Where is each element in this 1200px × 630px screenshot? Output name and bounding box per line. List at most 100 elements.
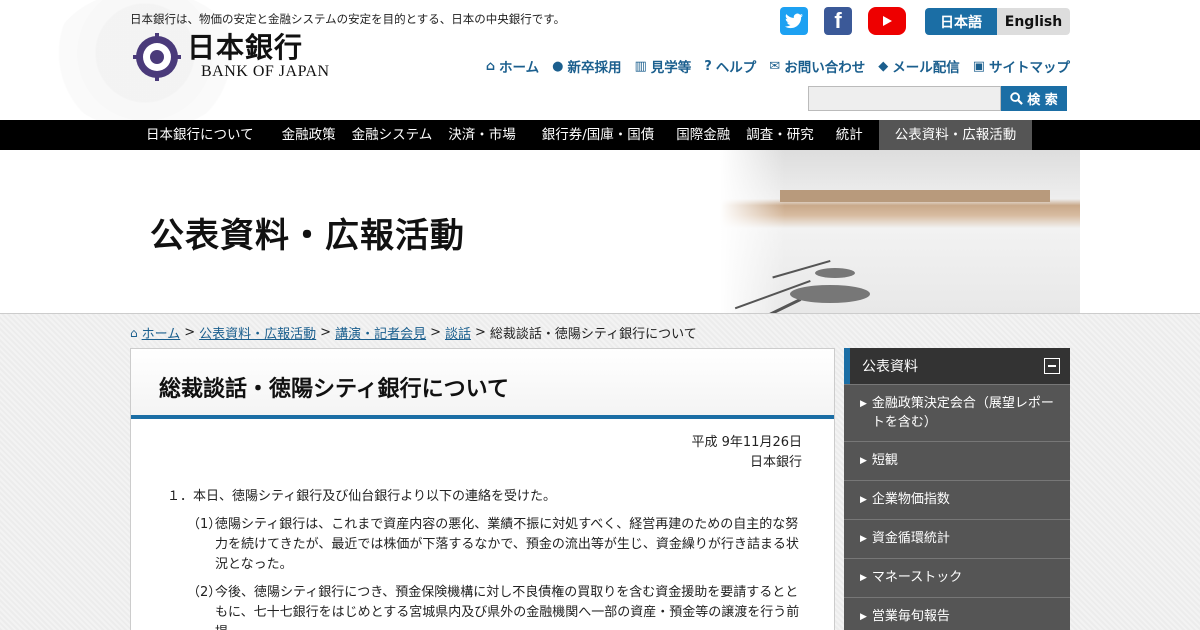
util-mail-delivery-label: メール配信 bbox=[892, 60, 960, 76]
language-switcher: 日本語 English bbox=[925, 8, 1070, 35]
breadcrumb-item-speeches[interactable]: 講演・記者会見 bbox=[335, 323, 426, 342]
util-home-link[interactable]: ⌂ ホーム bbox=[485, 56, 540, 77]
subitem-1-text: 徳陽シティ銀行は、これまで資産内容の悪化、業績不振に対処すべく、経営再建のための… bbox=[215, 517, 799, 572]
breadcrumb-sep: > bbox=[184, 325, 196, 340]
site-logo[interactable]: 日本銀行 BANK OF JAPAN bbox=[133, 33, 330, 81]
youtube-icon[interactable] bbox=[868, 7, 906, 35]
util-contact-link[interactable]: ✉ お問い合わせ bbox=[769, 56, 866, 77]
sidebar-item-label: 資金循環統計 bbox=[871, 531, 950, 546]
article-author: 日本銀行 bbox=[749, 455, 802, 470]
article-title: 総裁談話・徳陽シティ銀行について bbox=[159, 377, 510, 402]
search-button-label: 検 索 bbox=[1027, 93, 1058, 108]
collapse-icon[interactable] bbox=[1044, 358, 1060, 374]
box-icon: ◆ bbox=[878, 58, 889, 74]
util-recruit-link[interactable]: ● 新卒採用 bbox=[552, 56, 622, 77]
site-header: 日本銀行は、物価の安定と金融システムの安定を目的とする、日本の中央銀行です。 日… bbox=[0, 0, 1200, 120]
breadcrumb-home[interactable]: ホーム bbox=[142, 323, 181, 342]
sidebar-item-label: 短観 bbox=[871, 453, 898, 468]
sidebar-item-mpm[interactable]: ▶ 金融政策決定会合（展望レポートを含む） bbox=[844, 384, 1070, 441]
article-panel: 総裁談話・徳陽シティ銀行について 平成 9年11月26日 日本銀行 １．本日、徳… bbox=[130, 348, 835, 630]
article-subitem-2: （2） 今後、徳陽シティ銀行につき、預金保険機構に対し不良債権の買取りを含む資金… bbox=[163, 583, 802, 630]
subitem-1-number: （1） bbox=[187, 517, 222, 532]
triangle-right-icon: ▶ bbox=[860, 612, 867, 622]
util-visit-label: 見学等 bbox=[650, 60, 692, 76]
facebook-glyph: f bbox=[834, 8, 842, 33]
person-icon: ● bbox=[552, 58, 564, 74]
page-section-title: 公表資料・広報活動 bbox=[150, 216, 465, 256]
util-sitemap-label: サイトマップ bbox=[989, 60, 1070, 76]
util-help-label: ヘルプ bbox=[715, 60, 757, 76]
sidebar-item-label: 金融政策決定会合（展望レポートを含む） bbox=[871, 396, 1054, 430]
sidebar-item-label: 営業毎旬報告 bbox=[871, 609, 950, 624]
sidebar-item-cgpi[interactable]: ▶ 企業物価指数 bbox=[844, 480, 1070, 519]
util-help-link[interactable]: ? ヘルプ bbox=[704, 56, 757, 77]
nav-about[interactable]: 日本銀行について bbox=[130, 120, 270, 150]
breadcrumb-item-releases[interactable]: 公表資料・広報活動 bbox=[199, 323, 316, 342]
boj-emblem-icon bbox=[133, 33, 181, 81]
nav-payments-markets[interactable]: 決済・市場 bbox=[440, 120, 528, 150]
util-contact-label: お問い合わせ bbox=[784, 60, 866, 76]
article-subitem-1: （1） 徳陽シティ銀行は、これまで資産内容の悪化、業績不振に対処すべく、経営再建… bbox=[163, 515, 802, 575]
building-icon: ▥ bbox=[634, 58, 647, 74]
sidebar: 公表資料 ▶ 金融政策決定会合（展望レポートを含む） ▶ 短観 ▶ 企業物価指数 ▶ 資… bbox=[844, 348, 1070, 630]
article-paragraph-1: １．本日、徳陽シティ銀行及び仙台銀行より以下の連絡を受けた。 bbox=[167, 489, 556, 504]
util-visit-link[interactable]: ▥ 見学等 bbox=[634, 56, 692, 77]
sidebar-item-flow-of-funds[interactable]: ▶ 資金循環統計 bbox=[844, 519, 1070, 558]
search-icon bbox=[1010, 92, 1024, 105]
twitter-icon[interactable] bbox=[780, 7, 808, 35]
lang-english-button[interactable]: English bbox=[997, 8, 1070, 35]
sidebar-item-tankan[interactable]: ▶ 短観 bbox=[844, 441, 1070, 480]
nav-statistics[interactable]: 統計 bbox=[822, 120, 879, 150]
triangle-right-icon: ▶ bbox=[860, 495, 867, 505]
breadcrumb-sep: > bbox=[475, 325, 486, 340]
breadcrumb-sep: > bbox=[320, 325, 332, 340]
sidebar-item-label: 企業物価指数 bbox=[871, 492, 950, 507]
hero-banner: 公表資料・広報活動 bbox=[0, 150, 1200, 313]
util-sitemap-link[interactable]: ▣ サイトマップ bbox=[973, 56, 1070, 77]
sidebar-heading-label: 公表資料 bbox=[862, 359, 918, 375]
utility-nav: ⌂ ホーム ● 新卒採用 ▥ 見学等 ? ヘルプ ✉ お問い合わせ ◆ メール配信 ▣ サイト… bbox=[485, 56, 1070, 77]
search-button[interactable]: 検 索 bbox=[1001, 86, 1067, 111]
nav-international[interactable]: 国際金融 bbox=[668, 120, 738, 150]
util-home-label: ホーム bbox=[499, 60, 540, 76]
breadcrumb-sep: > bbox=[430, 325, 441, 340]
triangle-right-icon: ▶ bbox=[860, 399, 867, 409]
mic-base-2 bbox=[815, 268, 855, 278]
lang-japanese-button[interactable]: 日本語 bbox=[925, 8, 997, 35]
nav-monetary-policy[interactable]: 金融政策 bbox=[270, 120, 344, 150]
nav-banknotes[interactable]: 銀行券/国庫・国債 bbox=[528, 120, 669, 150]
search-input[interactable] bbox=[808, 86, 1001, 111]
util-mail-delivery-link[interactable]: ◆ メール配信 bbox=[878, 56, 960, 77]
util-recruit-label: 新卒採用 bbox=[567, 60, 622, 76]
social-links: f bbox=[780, 7, 906, 35]
breadcrumb-current: 総裁談話・徳陽シティ銀行について bbox=[489, 327, 697, 342]
triangle-right-icon: ▶ bbox=[860, 573, 867, 583]
triangle-right-icon: ▶ bbox=[860, 456, 867, 466]
nav-releases-pr[interactable]: 公表資料・広報活動 bbox=[878, 120, 1033, 150]
nav-financial-system[interactable]: 金融システム bbox=[344, 120, 441, 150]
sidebar-item-accounts[interactable]: ▶ 営業毎旬報告 bbox=[844, 597, 1070, 630]
article-body: 平成 9年11月26日 日本銀行 １．本日、徳陽シティ銀行及び仙台銀行より以下の… bbox=[131, 419, 834, 630]
home-icon: ⌂ bbox=[130, 325, 138, 340]
mail-icon: ✉ bbox=[769, 58, 781, 74]
facebook-icon[interactable]: f bbox=[824, 7, 852, 35]
mic-base-1 bbox=[790, 285, 870, 303]
site-tagline: 日本銀行は、物価の安定と金融システムの安定を目的とする、日本の中央銀行です。 bbox=[130, 12, 566, 26]
sidebar-item-label: マネーストック bbox=[871, 570, 963, 585]
site-search: 検 索 bbox=[808, 86, 1067, 111]
nav-research[interactable]: 調査・研究 bbox=[738, 120, 822, 150]
logo-english: BANK OF JAPAN bbox=[201, 63, 330, 80]
main-nav: 日本銀行について 金融政策 金融システム 決済・市場 銀行券/国庫・国債 国際金… bbox=[0, 120, 1200, 150]
home-icon: ⌂ bbox=[485, 58, 495, 74]
subitem-2-number: （2） bbox=[187, 585, 222, 600]
logo-japanese: 日本銀行 bbox=[187, 31, 304, 64]
help-icon: ? bbox=[704, 58, 712, 74]
article-date: 平成 9年11月26日 bbox=[691, 435, 803, 450]
subitem-2-text: 今後、徳陽シティ銀行につき、預金保険機構に対し不良債権の買取りを含む資金援助を要… bbox=[215, 585, 800, 630]
conference-room-photo bbox=[720, 150, 1080, 313]
breadcrumb-item-statements[interactable]: 談話 bbox=[445, 323, 471, 342]
hero-table-shape bbox=[780, 190, 1050, 202]
sidebar-heading[interactable]: 公表資料 bbox=[844, 348, 1070, 384]
triangle-right-icon: ▶ bbox=[860, 534, 867, 544]
sidebar-item-money-stock[interactable]: ▶ マネーストック bbox=[844, 558, 1070, 597]
